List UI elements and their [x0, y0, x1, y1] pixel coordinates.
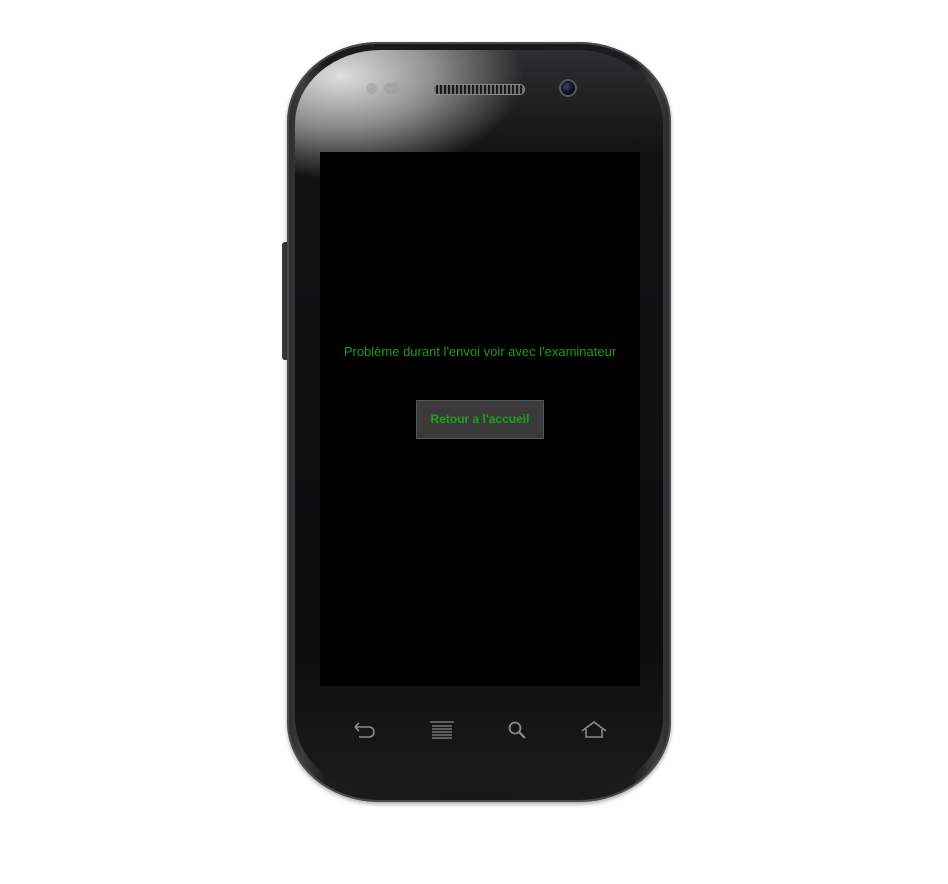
back-icon[interactable] [349, 718, 379, 742]
error-message: Problème durant l'envoi voir avec l'exam… [343, 344, 617, 359]
menu-icon[interactable] [427, 718, 457, 742]
search-icon[interactable] [503, 718, 533, 742]
front-camera-icon [559, 79, 577, 97]
earpiece-speaker [433, 84, 525, 95]
back-to-home-button[interactable]: Retour a l'accueil [416, 400, 544, 439]
light-sensor-icon [384, 83, 400, 94]
proximity-sensor-icon [366, 83, 377, 94]
home-icon[interactable] [579, 718, 609, 742]
emulator-stage: Problème durant l'envoi voir avec l'exam… [0, 0, 948, 884]
app-screen: Problème durant l'envoi voir avec l'exam… [320, 152, 640, 686]
